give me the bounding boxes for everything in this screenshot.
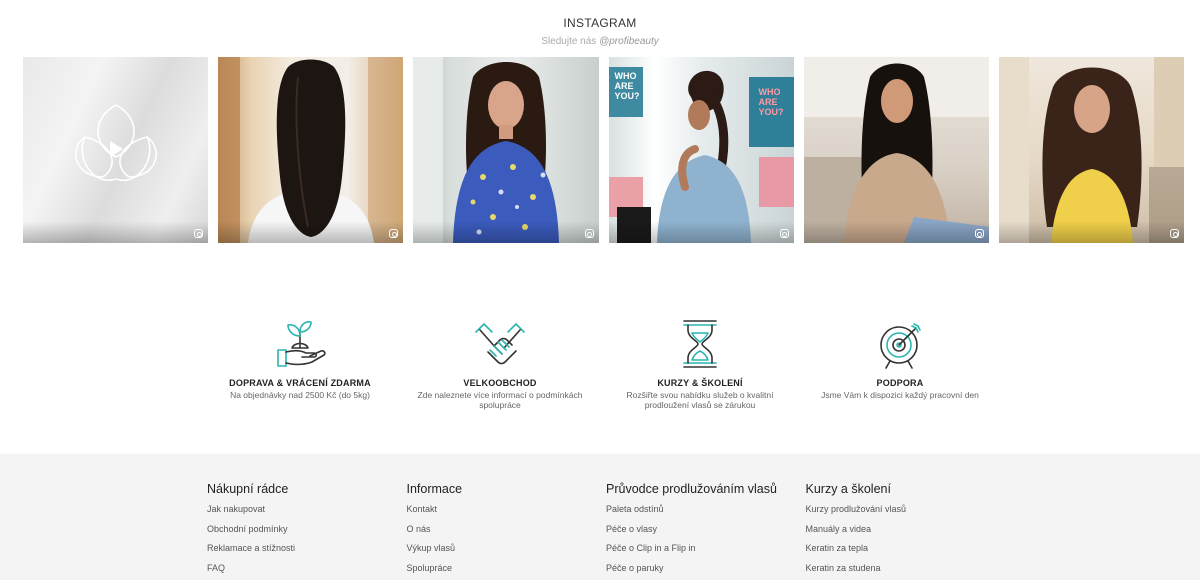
target-icon: [880, 323, 921, 369]
instagram-icon: [194, 229, 204, 238]
feature-title: VELKOOBCHOD: [463, 378, 537, 388]
feature-description: Jsme Vám k dispozici každý pracovní den: [821, 390, 979, 400]
instagram-subtitle: Sledujte nás @profibeauty: [0, 36, 1200, 47]
footer-link[interactable]: Kurzy prodlužování vlasů: [806, 503, 1006, 523]
feature-title: KURZY & ŠKOLENÍ: [657, 378, 743, 388]
footer-link[interactable]: Péče o vlasy: [606, 523, 806, 543]
footer-link[interactable]: Kontakt: [407, 503, 607, 523]
instagram-handle-link[interactable]: @profibeauty: [599, 36, 659, 47]
instagram-icon: [974, 229, 984, 238]
follow-us-text: Sledujte nás: [541, 36, 597, 47]
footer-link[interactable]: Paleta odstínů: [606, 503, 806, 523]
handshake-icon: [475, 323, 525, 365]
feature-title: DOPRAVA & VRÁCENÍ ZDARMA: [229, 378, 371, 388]
footer-column-information: Informace Kontakt O nás Výkup vlasů Spol…: [407, 482, 607, 580]
instagram-post-video[interactable]: [23, 57, 209, 243]
footer-link[interactable]: Spolupráce: [407, 562, 607, 580]
instagram-icon: [779, 229, 789, 238]
footer-heading: Informace: [406, 482, 463, 496]
instagram-feed: WHO ARE YOU? WHO ARE YOU?: [23, 57, 1185, 243]
benefits-row: DOPRAVA & VRÁCENÍ ZDARMA Na objednávky n…: [200, 318, 1000, 411]
footer-link[interactable]: Manuály a videa: [806, 523, 1006, 543]
footer-link[interactable]: O nás: [407, 523, 607, 543]
footer-heading: Nákupní rádce: [207, 482, 289, 496]
footer-columns: Nákupní rádce Jak nakupovat Obchodní pod…: [207, 482, 1005, 580]
footer-column-extension-guide: Průvodce prodlužováním vlasů Paleta odst…: [606, 482, 806, 580]
site-footer: Nákupní rádce Jak nakupovat Obchodní pod…: [0, 454, 1200, 580]
instagram-icon: [1170, 229, 1180, 238]
post-photo: [218, 57, 404, 243]
play-icon[interactable]: [110, 141, 123, 157]
post-photo: [803, 57, 989, 243]
instagram-post-image[interactable]: [218, 57, 404, 243]
instagram-icon: [584, 229, 594, 238]
poster-text: WHO ARE YOU?: [614, 71, 640, 101]
feature-shipping[interactable]: DOPRAVA & VRÁCENÍ ZDARMA Na objednávky n…: [200, 318, 400, 411]
feature-support[interactable]: PODPORA Jsme Vám k dispozici každý praco…: [800, 318, 1000, 411]
instagram-post-image[interactable]: [413, 57, 599, 243]
feature-title: PODPORA: [876, 378, 924, 388]
instagram-heading: INSTAGRAM: [563, 16, 637, 30]
plant-in-hand-icon: [277, 321, 326, 367]
footer-link[interactable]: FAQ: [207, 562, 407, 580]
footer-heading: Kurzy a školení: [805, 482, 891, 496]
footer-heading: Průvodce prodlužováním vlasů: [606, 482, 777, 496]
post-photo: [413, 57, 560, 243]
footer-link[interactable]: Keratin za tepla: [806, 542, 1006, 562]
feature-description: Na objednávky nad 2500 Kč (do 5kg): [230, 390, 370, 400]
footer-link[interactable]: Výkup vlasů: [407, 542, 607, 562]
instagram-post-image[interactable]: WHO ARE YOU? WHO ARE YOU?: [608, 57, 794, 243]
footer-link[interactable]: Obchodní podmínky: [207, 523, 407, 543]
feature-wholesale[interactable]: VELKOOBCHOD Zde naleznete více informací…: [400, 318, 600, 411]
footer-link[interactable]: Péče o paruky: [606, 562, 806, 580]
hourglass-icon: [683, 320, 717, 368]
footer-column-shopping-guide: Nákupní rádce Jak nakupovat Obchodní pod…: [207, 482, 407, 580]
feature-description: Zde naleznete více informací o podmínkác…: [417, 390, 583, 410]
instagram-icon: [389, 229, 399, 238]
feature-courses[interactable]: KURZY & ŠKOLENÍ Rozšiřte svou nabídku sl…: [600, 318, 800, 411]
instagram-post-image[interactable]: [803, 57, 989, 243]
footer-column-courses: Kurzy a školení Kurzy prodlužování vlasů…: [806, 482, 1006, 580]
footer-link[interactable]: Keratin za studena: [806, 562, 1006, 580]
footer-link[interactable]: Péče o Clip in a Flip in: [606, 542, 806, 562]
footer-link[interactable]: Jak nakupovat: [207, 503, 407, 523]
instagram-post-image[interactable]: [998, 57, 1185, 243]
feature-description: Rozšiřte svou nabídku služeb o kvalitní …: [626, 390, 774, 410]
footer-link[interactable]: Reklamace a stížnosti: [207, 542, 407, 562]
poster-text: WHO ARE YOU?: [758, 87, 784, 117]
post-photo: [998, 57, 1185, 243]
